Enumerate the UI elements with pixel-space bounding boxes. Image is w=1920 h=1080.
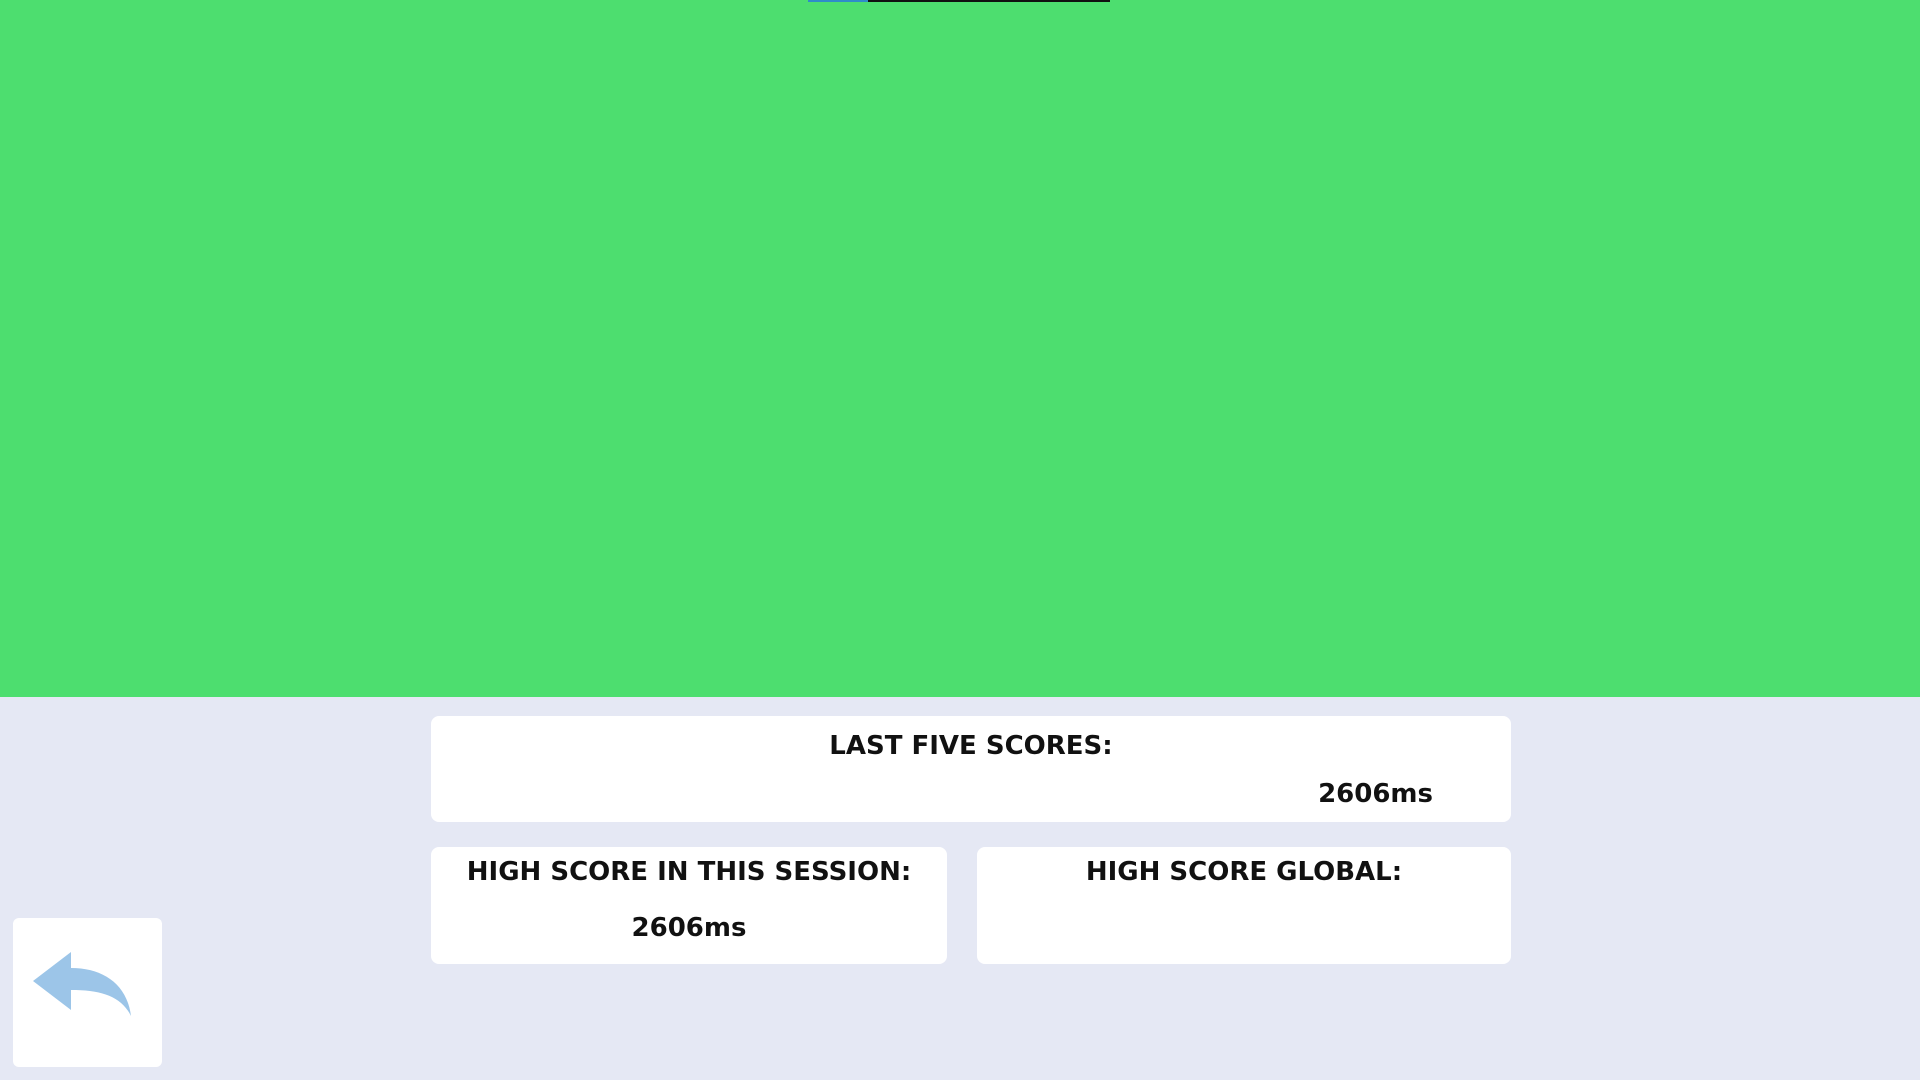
last-five-scores-list: 2606ms bbox=[471, 779, 1433, 809]
reaction-game-area[interactable] bbox=[0, 0, 1920, 697]
session-high-score-value: 2606ms bbox=[631, 913, 747, 943]
session-high-score-title: HIGH SCORE IN THIS SESSION: bbox=[466, 857, 912, 887]
back-arrow-icon bbox=[33, 952, 131, 1016]
back-button[interactable] bbox=[13, 918, 162, 1067]
session-high-score-card: HIGH SCORE IN THIS SESSION: 2606ms bbox=[431, 847, 947, 964]
top-progress-fill bbox=[808, 0, 869, 2]
top-progress-bar bbox=[808, 0, 1110, 2]
last-score-item: 2606ms bbox=[1318, 779, 1433, 809]
global-high-score-card: HIGH SCORE GLOBAL: bbox=[977, 847, 1511, 964]
last-five-scores-title: LAST FIVE SCORES: bbox=[829, 731, 1113, 761]
last-five-scores-card: LAST FIVE SCORES: 2606ms bbox=[431, 716, 1511, 822]
global-high-score-title: HIGH SCORE GLOBAL: bbox=[1085, 857, 1403, 887]
